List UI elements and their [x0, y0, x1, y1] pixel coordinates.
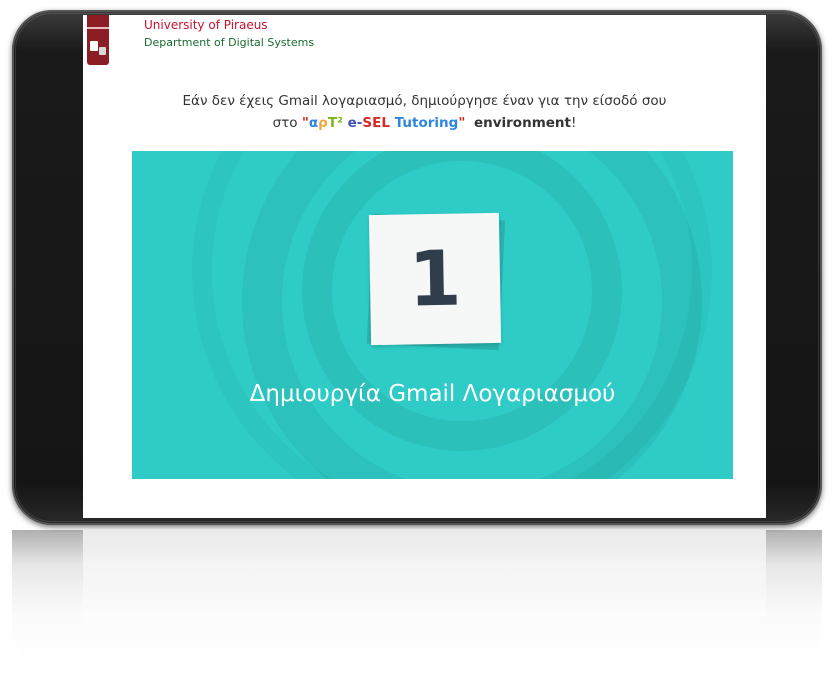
instruction-line-1: Εάν δεν έχεις Gmail λογαριασμό, δημιούργ…: [182, 93, 667, 109]
line2-suffix: !: [570, 115, 577, 131]
step-number-card: 1: [368, 212, 502, 346]
department-name: Department of Digital Systems: [144, 36, 315, 49]
brand-t2: T²: [327, 115, 343, 131]
book-icon-secondary: [99, 47, 106, 55]
line2-prefix: στο: [272, 115, 302, 131]
brand-alpha: α: [308, 115, 319, 131]
step-number: 1: [407, 233, 463, 324]
brand-rho: ρ: [318, 115, 328, 131]
screen: University of Piraeus Department of Digi…: [83, 15, 766, 518]
logo-stripe: [87, 27, 109, 29]
instruction-text: Εάν δεν έχεις Gmail λογαριασμό, δημιούργ…: [83, 90, 766, 134]
brand-quote-open: ": [301, 115, 309, 131]
brand-tutoring: Tutoring: [389, 115, 459, 131]
university-name: University of Piraeus: [144, 18, 268, 32]
environment-word: environment: [473, 115, 571, 131]
screen-reflection: [83, 530, 766, 650]
instruction-line-2: στο "αρT² e-SEL Tutoring" environment!: [83, 112, 766, 134]
video-thumbnail[interactable]: 1 Δημιουργία Gmail Λογαριασμού: [132, 151, 733, 479]
brand-e: e-: [342, 115, 363, 131]
tablet-frame: University of Piraeus Department of Digi…: [12, 10, 822, 525]
brand-quote-close: ": [458, 115, 466, 131]
book-icon: [90, 41, 98, 51]
brand-sel: SEL: [362, 115, 390, 131]
university-logo: [87, 15, 109, 65]
video-title: Δημιουργία Gmail Λογαριασμού: [249, 381, 616, 407]
device-reflection: [12, 530, 822, 670]
